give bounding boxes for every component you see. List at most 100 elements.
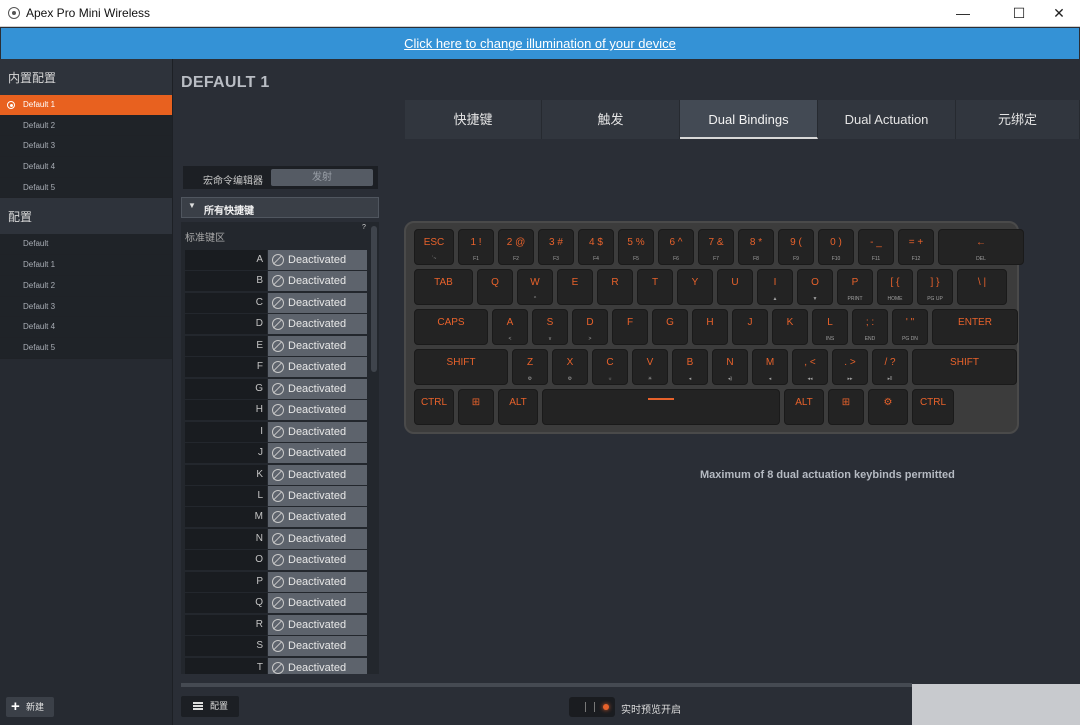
binding-row[interactable]: T Deactivated [185, 657, 367, 674]
keyboard-key[interactable]: \ | [957, 269, 1007, 305]
tab-item[interactable]: 元绑定 [956, 100, 1080, 139]
binding-value[interactable]: Deactivated [268, 657, 367, 674]
keyboard-key[interactable]: 8 * F8 [738, 229, 774, 265]
keyboard-key[interactable]: P PRINT [837, 269, 873, 305]
tab-item[interactable]: 触发 [542, 100, 680, 139]
binding-value[interactable]: Deactivated [268, 400, 367, 421]
binding-value[interactable]: Deactivated [268, 464, 367, 485]
keyboard-key[interactable]: H [692, 309, 728, 345]
keyboard-key[interactable]: X ⚙ [552, 349, 588, 385]
binding-value[interactable]: Deactivated [268, 614, 367, 635]
macro-editor-label[interactable]: 宏命令编辑器 [203, 172, 263, 187]
keyboard-key[interactable]: ENTER [932, 309, 1018, 345]
config-item[interactable]: Default 2 [0, 275, 172, 297]
config-item[interactable]: Default 5 [0, 337, 172, 359]
keyboard-key[interactable]: TAB [414, 269, 473, 305]
keyboard-key[interactable]: ⊞ [828, 389, 864, 425]
keyboard-key[interactable]: 3 # F3 [538, 229, 574, 265]
keyboard-key[interactable]: V ☀ [632, 349, 668, 385]
fire-button[interactable]: 发射 [271, 169, 373, 186]
keyboard-key[interactable]: SHIFT [912, 349, 1017, 385]
keyboard-key[interactable] [542, 389, 780, 425]
keyboard-key[interactable]: , < ◂◂ [792, 349, 828, 385]
binding-row[interactable]: F Deactivated [185, 357, 367, 378]
config-item[interactable]: Default [0, 234, 172, 256]
binding-row[interactable]: L Deactivated [185, 485, 367, 506]
binding-value[interactable]: Deactivated [268, 357, 367, 378]
binding-value[interactable]: Deactivated [268, 250, 367, 270]
keyboard-key[interactable]: 6 ^ F6 [658, 229, 694, 265]
keyboard-key[interactable]: Q [477, 269, 513, 305]
tab-item[interactable]: Dual Actuation [818, 100, 956, 139]
binding-row[interactable]: E Deactivated [185, 335, 367, 356]
keyboard-key[interactable]: ALT [784, 389, 824, 425]
binding-row[interactable]: R Deactivated [185, 614, 367, 635]
binding-value[interactable]: Deactivated [268, 271, 367, 292]
config-item[interactable]: Default 3 [0, 296, 172, 318]
keyboard-key[interactable]: W ^ [517, 269, 553, 305]
keyboard-key[interactable]: D > [572, 309, 608, 345]
binding-row[interactable]: A Deactivated [185, 250, 367, 270]
keyboard-key[interactable]: ' " PG DN [892, 309, 928, 345]
keyboard-key[interactable]: ESC `~ [414, 229, 454, 265]
binding-value[interactable]: Deactivated [268, 335, 367, 356]
keyboard-key[interactable]: ; : END [852, 309, 888, 345]
binding-row[interactable]: H Deactivated [185, 400, 367, 421]
keyboard-key[interactable]: K [772, 309, 808, 345]
binding-row[interactable]: S Deactivated [185, 636, 367, 657]
keyboard-key[interactable]: CAPS [414, 309, 488, 345]
config-item[interactable]: Default 1 [0, 255, 172, 276]
keyboard-key[interactable]: . > ▸▸ [832, 349, 868, 385]
keyboard-key[interactable]: ⚙ [868, 389, 908, 425]
keyboard-key[interactable]: L INS [812, 309, 848, 345]
keyboard-key[interactable]: A < [492, 309, 528, 345]
binding-value[interactable]: Deactivated [268, 528, 367, 549]
keyboard-key[interactable]: C ☼ [592, 349, 628, 385]
binding-row[interactable]: K Deactivated [185, 464, 367, 485]
binding-row[interactable]: I Deactivated [185, 421, 367, 442]
binding-value[interactable]: Deactivated [268, 378, 367, 399]
keyboard-key[interactable]: SHIFT [414, 349, 508, 385]
binding-row[interactable]: D Deactivated [185, 314, 367, 335]
binding-row[interactable]: J Deactivated [185, 443, 367, 464]
keyboard-key[interactable]: Sv [532, 309, 568, 345]
keyboard-key[interactable]: / ? ▸ll [872, 349, 908, 385]
binding-row[interactable]: M Deactivated [185, 507, 367, 528]
binding-value[interactable]: Deactivated [268, 507, 367, 528]
binding-value[interactable]: Deactivated [268, 636, 367, 657]
builtin-config-item[interactable]: Default 3 [0, 136, 172, 158]
close-button[interactable]: ✕ [1036, 0, 1080, 27]
binding-row[interactable]: N Deactivated [185, 528, 367, 549]
binding-row[interactable]: Q Deactivated [185, 593, 367, 614]
binding-row[interactable]: B Deactivated [185, 271, 367, 292]
keyboard-key[interactable]: I ▲ [757, 269, 793, 305]
binding-value[interactable]: Deactivated [268, 485, 367, 506]
keyboard-key[interactable]: T [637, 269, 673, 305]
keyboard-key[interactable]: O ▼ [797, 269, 833, 305]
keyboard-key[interactable]: 0 ) F10 [818, 229, 854, 265]
keyboard-key[interactable]: ALT [498, 389, 538, 425]
keyboard-key[interactable]: M ◂ [752, 349, 788, 385]
binding-value[interactable]: Deactivated [268, 571, 367, 592]
binding-value[interactable]: Deactivated [268, 421, 367, 442]
binding-value[interactable]: Deactivated [268, 593, 367, 614]
live-preview-toggle[interactable] [569, 697, 615, 717]
keyboard-key[interactable]: 4 $ F4 [578, 229, 614, 265]
builtin-config-item[interactable]: Default 5 [0, 177, 172, 199]
horizontal-scrollbar[interactable] [181, 683, 912, 687]
binding-value[interactable]: Deactivated [268, 314, 367, 335]
keyboard-key[interactable]: B ◂ [672, 349, 708, 385]
help-icon[interactable]: ? [362, 224, 366, 231]
config-item[interactable]: Default 4 [0, 317, 172, 338]
keyboard-key[interactable]: 7 & F7 [698, 229, 734, 265]
keyboard-key[interactable]: Y [677, 269, 713, 305]
keyboard-key[interactable]: E [557, 269, 593, 305]
builtin-config-item[interactable]: Default 1 [0, 95, 172, 116]
new-config-button[interactable]: + 新建 [6, 697, 54, 717]
binding-value[interactable]: Deactivated [268, 292, 367, 313]
tab-item[interactable]: 快捷键 [405, 100, 542, 139]
keyboard-key[interactable]: - _ F11 [858, 229, 894, 265]
minimize-button[interactable]: — [940, 0, 986, 27]
keyboard-key[interactable]: Z ⚙ [512, 349, 548, 385]
keyboard-key[interactable]: 1 ! F1 [458, 229, 494, 265]
